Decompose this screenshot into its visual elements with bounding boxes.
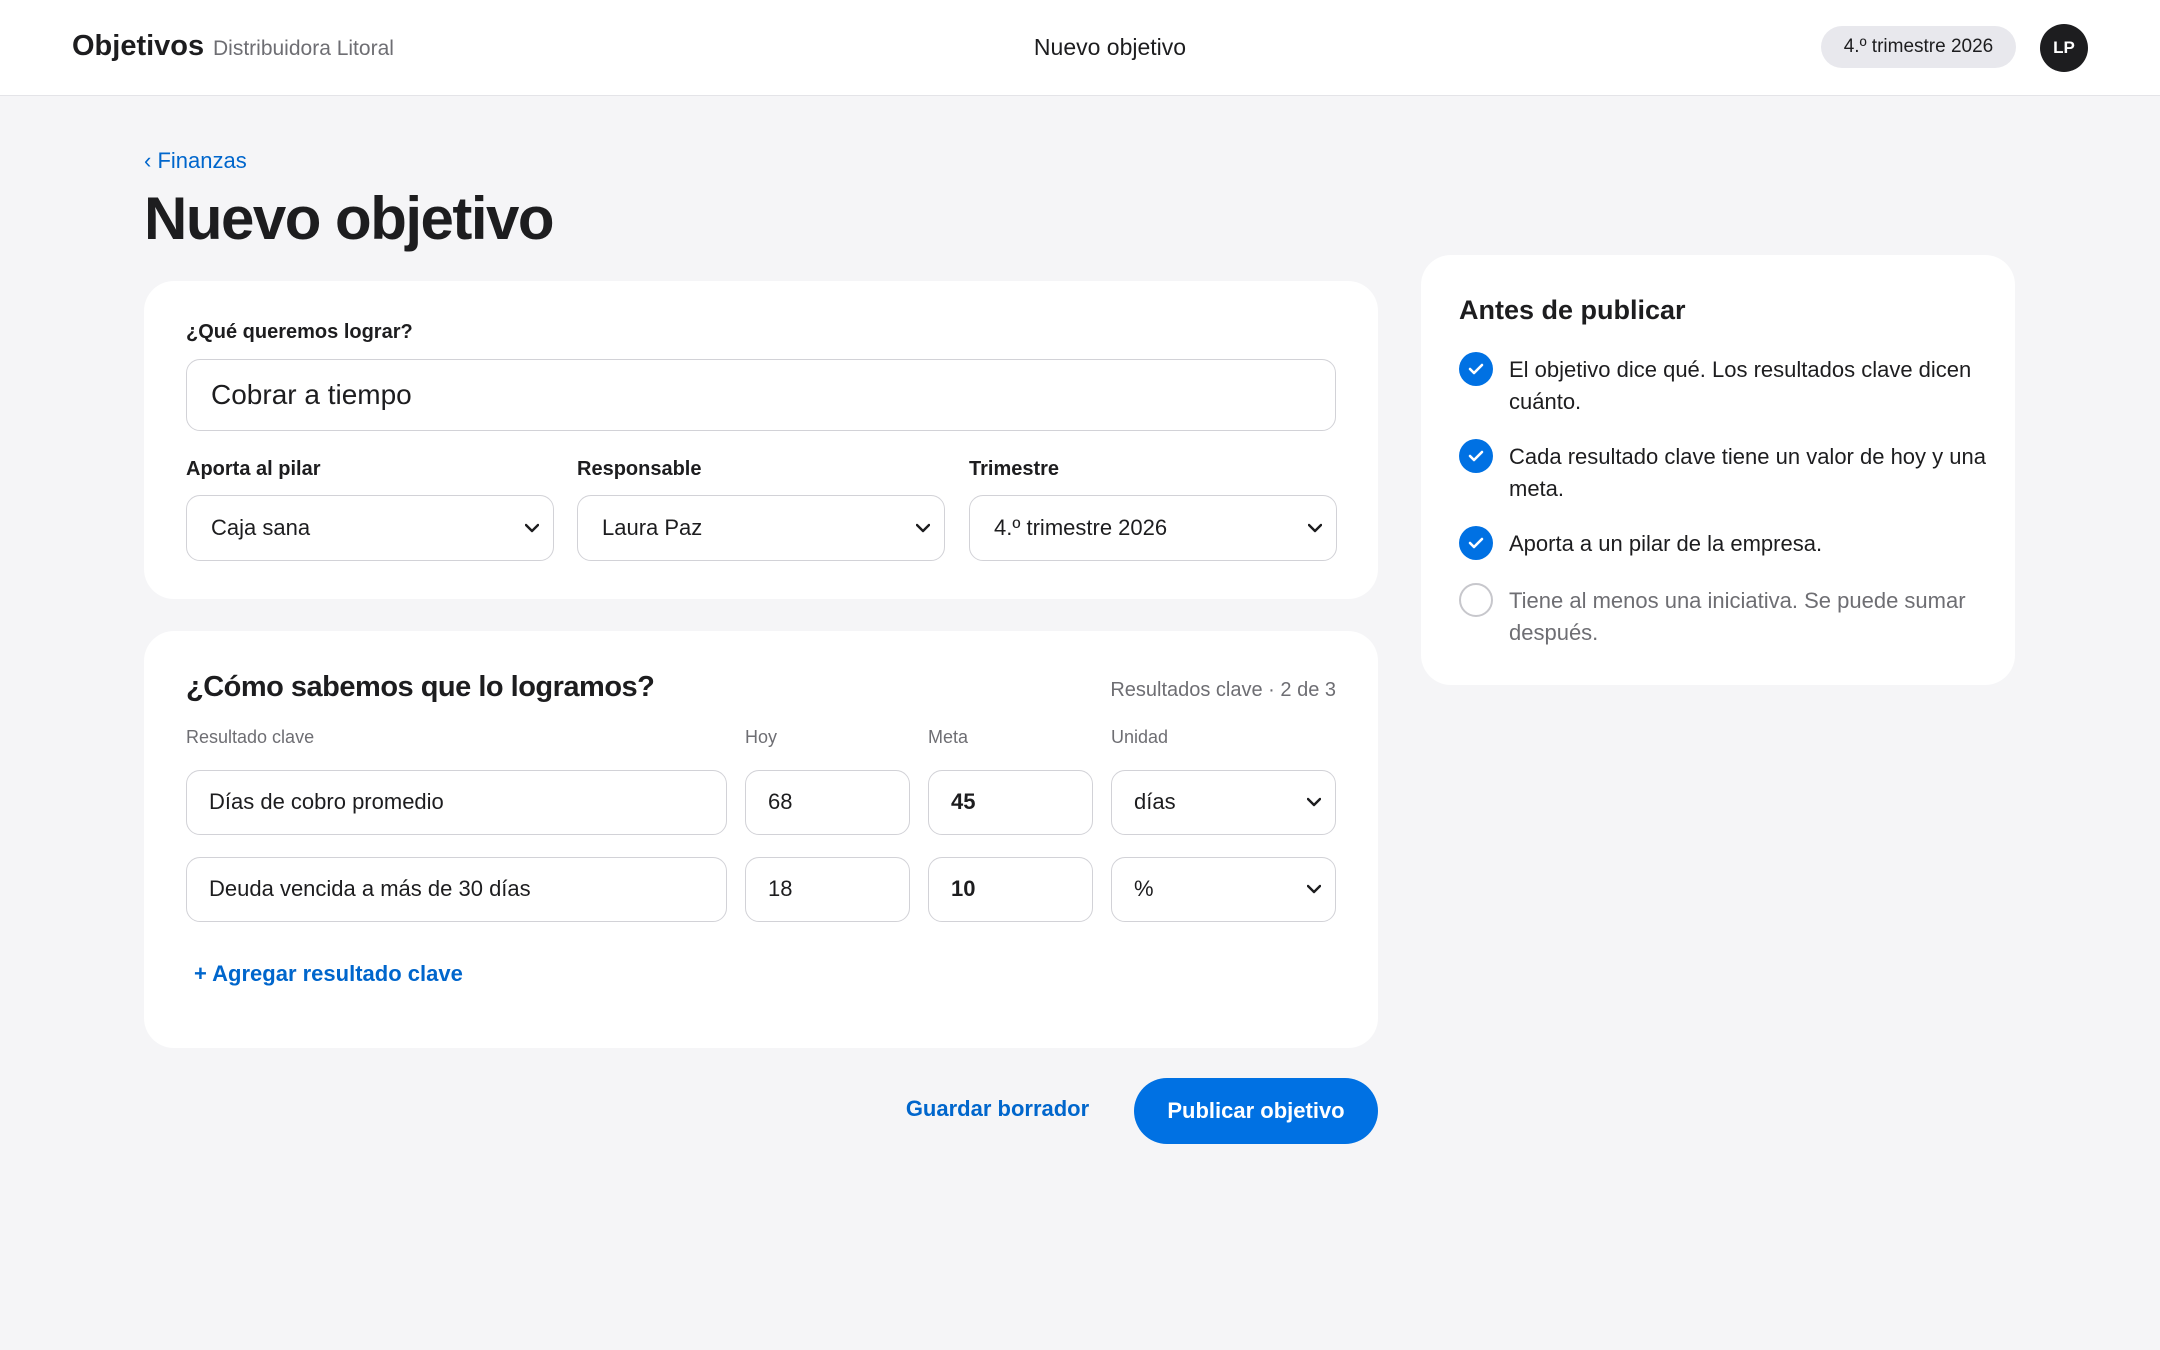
- chevron-down-icon: [915, 496, 931, 559]
- page-title: Nuevo objetivo: [144, 185, 555, 252]
- pillar-select-value: Caja sana: [211, 515, 311, 540]
- quarter-badge[interactable]: 4.º trimestre 2026: [1821, 26, 2016, 68]
- goal-card: ¿Qué queremos lograr? Aporta al pilar Ca…: [144, 281, 1378, 599]
- kr-unit-value: días: [1134, 789, 1176, 814]
- check-circle-icon: [1459, 526, 1493, 560]
- chevron-down-icon: [524, 496, 540, 559]
- add-key-result-button[interactable]: + Agregar resultado clave: [194, 961, 463, 987]
- back-link-finanzas[interactable]: ‹ Finanzas: [144, 148, 247, 174]
- kr-target-input[interactable]: 45: [928, 770, 1093, 835]
- app-name[interactable]: Objetivos: [72, 30, 204, 63]
- empty-circle-icon: [1459, 583, 1493, 617]
- pillar-select[interactable]: Caja sana: [186, 495, 554, 561]
- checklist-item-text: Aporta a un pilar de la empresa.: [1509, 531, 1823, 556]
- checklist-item-text: El objetivo dice qué. Los resultados cla…: [1509, 357, 1972, 414]
- key-results-card: ¿Cómo sabemos que lo logramos? Resultado…: [144, 631, 1378, 1048]
- column-header-name: Resultado clave: [186, 727, 315, 747]
- quarter-select[interactable]: 4.º trimestre 2026: [969, 495, 1337, 561]
- chevron-down-icon: [1307, 496, 1323, 559]
- kr-today-input[interactable]: 18: [745, 857, 910, 922]
- kr-unit-select[interactable]: días: [1111, 770, 1336, 835]
- kr-target-input[interactable]: 10: [928, 857, 1093, 922]
- company-name: Distribuidora Litoral: [213, 37, 394, 60]
- checklist-item-text: Tiene al menos una iniciativa. Se puede …: [1509, 588, 1966, 645]
- check-circle-icon: [1459, 352, 1493, 386]
- chevron-down-icon: [1306, 858, 1322, 920]
- check-circle-icon: [1459, 439, 1493, 473]
- kr-name-input[interactable]: Días de cobro promedio: [186, 770, 727, 835]
- column-header-today: Hoy: [745, 727, 778, 747]
- owner-select-value: Laura Paz: [602, 515, 703, 540]
- kr-unit-value: %: [1134, 876, 1154, 901]
- column-header-target: Meta: [928, 727, 969, 747]
- owner-select[interactable]: Laura Paz: [577, 495, 945, 561]
- column-header-unit: Unidad: [1111, 727, 1169, 747]
- user-avatar[interactable]: LP: [2040, 24, 2088, 72]
- checklist-card: Antes de publicar El objetivo dice qué. …: [1421, 255, 2015, 685]
- kr-today-input[interactable]: 68: [745, 770, 910, 835]
- kr-name-input[interactable]: Deuda vencida a más de 30 días: [186, 857, 727, 922]
- goal-input[interactable]: [186, 359, 1336, 431]
- checklist-item-text: Cada resultado clave tiene un valor de h…: [1509, 444, 1986, 501]
- quarter-label: Trimestre: [969, 458, 1060, 480]
- owner-label: Responsable: [577, 458, 702, 480]
- quarter-select-value: 4.º trimestre 2026: [994, 515, 1168, 540]
- key-results-count: Resultados clave · 2 de 3: [1110, 679, 1336, 701]
- goal-question-label: ¿Qué queremos lograr?: [186, 321, 413, 343]
- kr-unit-select[interactable]: %: [1111, 857, 1336, 922]
- publish-button[interactable]: Publicar objetivo: [1134, 1078, 1378, 1144]
- pillar-label: Aporta al pilar: [186, 458, 321, 480]
- topbar-title: Nuevo objetivo: [1033, 34, 1187, 60]
- top-bar: Objetivos Distribuidora Litoral Nuevo ob…: [0, 0, 2160, 96]
- key-results-title: ¿Cómo sabemos que lo logramos?: [186, 671, 655, 703]
- chevron-down-icon: [1306, 771, 1322, 833]
- checklist-title: Antes de publicar: [1459, 295, 1686, 325]
- save-draft-button[interactable]: Guardar borrador: [880, 1096, 1115, 1122]
